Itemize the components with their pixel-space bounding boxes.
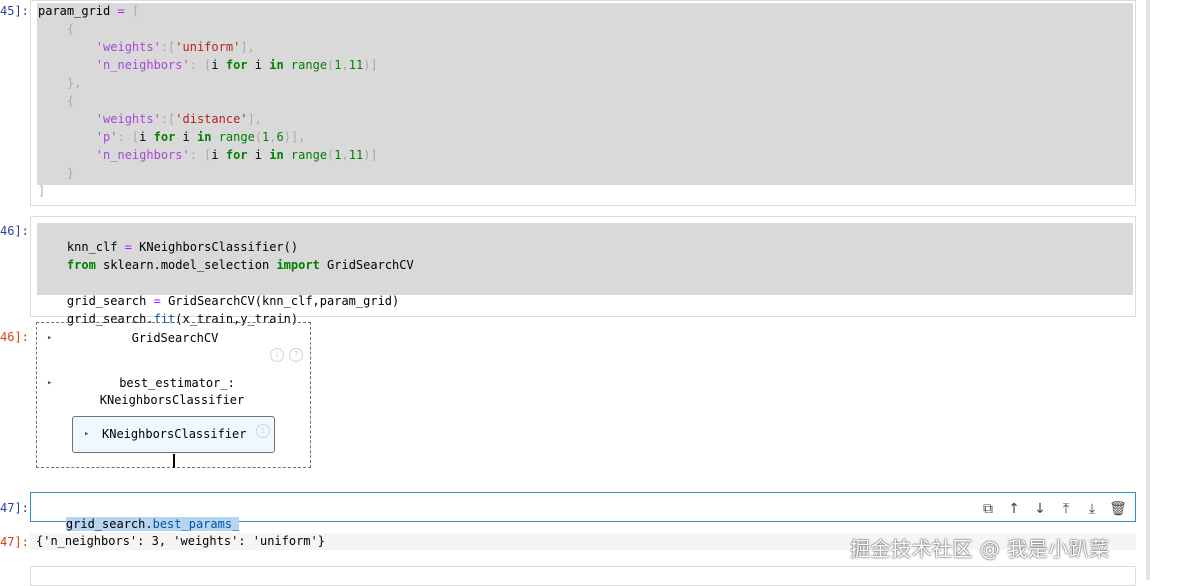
cell-toolbar: ⧉ ↑ ↓ ⤒ ⤓ 🗑 xyxy=(977,498,1129,520)
connector-line xyxy=(173,454,175,468)
insert-above-icon[interactable]: ⤒ xyxy=(1055,498,1077,520)
output-prompt-47: 47]: xyxy=(0,535,29,549)
cell-prompt-46: 46]: xyxy=(0,224,29,238)
info-icon[interactable]: i xyxy=(270,348,284,362)
estimator-label[interactable]: KNeighborsClassifier xyxy=(102,427,247,441)
move-up-icon[interactable]: ↑ xyxy=(1003,498,1025,520)
code-line: grid_search = GridSearchCV(knn_clf,param… xyxy=(66,294,400,308)
info-icon[interactable]: i xyxy=(256,424,270,438)
empty-cell[interactable] xyxy=(30,566,1136,586)
code-line: 'weights':['distance'], xyxy=(38,112,262,126)
code-cell-47[interactable]: grid_search.best_params_ ⧉ ↑ ↓ ⤒ ⤓ 🗑 xyxy=(30,492,1136,531)
delete-icon[interactable]: 🗑 xyxy=(1107,498,1129,520)
gridsearch-title[interactable]: GridSearchCV xyxy=(45,330,305,347)
code-cell-46[interactable]: knn_clf = KNeighborsClassifier() from sk… xyxy=(30,216,1136,326)
code-line: grid_search.fit(x_train,y_train) xyxy=(66,312,299,326)
code-line: } xyxy=(38,166,75,180)
code-text[interactable]: grid_search. xyxy=(66,517,153,531)
output-text: {'n_neighbors': 3, 'weights': 'uniform'} xyxy=(36,534,325,548)
code-line: { xyxy=(38,94,75,108)
code-line: from sklearn.model_selection import Grid… xyxy=(66,258,414,272)
code-line: ] xyxy=(38,184,46,198)
scrollbar[interactable] xyxy=(1146,0,1150,580)
best-estimator-class[interactable]: KNeighborsClassifier xyxy=(42,392,302,409)
output-prompt-46: 46]: xyxy=(0,330,29,344)
code-line[interactable]: grid_search.best_params_ xyxy=(37,499,240,531)
watermark: 掘金技术社区 @ 我是小趴菜 xyxy=(850,537,1110,561)
gridsearch-estimator-widget: ▸ GridSearchCV i ? ▸ best_estimator_: KN… xyxy=(36,322,311,468)
estimator-box[interactable]: ▸ KNeighborsClassifier i xyxy=(72,416,275,453)
expand-arrow-icon[interactable]: ▸ xyxy=(84,429,89,439)
move-down-icon[interactable]: ↓ xyxy=(1029,498,1051,520)
code-line: 'n_neighbors': [i for i in range(1,11)] xyxy=(38,148,378,162)
best-estimator-label[interactable]: best_estimator_: xyxy=(47,375,307,392)
code-line: 'p': [i for i in range(1,6)], xyxy=(38,130,306,144)
code-attr[interactable]: best_params_ xyxy=(153,517,240,531)
code-line: { xyxy=(38,22,75,36)
cell-prompt-47: 47]: xyxy=(0,501,29,515)
duplicate-icon[interactable]: ⧉ xyxy=(977,498,999,520)
code-line: 'weights':['uniform'], xyxy=(38,40,255,54)
code-line: 'n_neighbors': [i for i in range(1,11)] xyxy=(38,58,378,72)
code-cell-45[interactable]: param_grid = [ { 'weights':['uniform'], … xyxy=(30,0,1136,206)
code-line: knn_clf = KNeighborsClassifier() xyxy=(66,240,299,254)
cell-prompt-45: 45]: xyxy=(0,4,29,18)
help-icon[interactable]: ? xyxy=(289,348,303,362)
code-line: }, xyxy=(38,76,82,90)
code-line: param_grid = [ xyxy=(38,4,140,18)
insert-below-icon[interactable]: ⤓ xyxy=(1081,498,1103,520)
